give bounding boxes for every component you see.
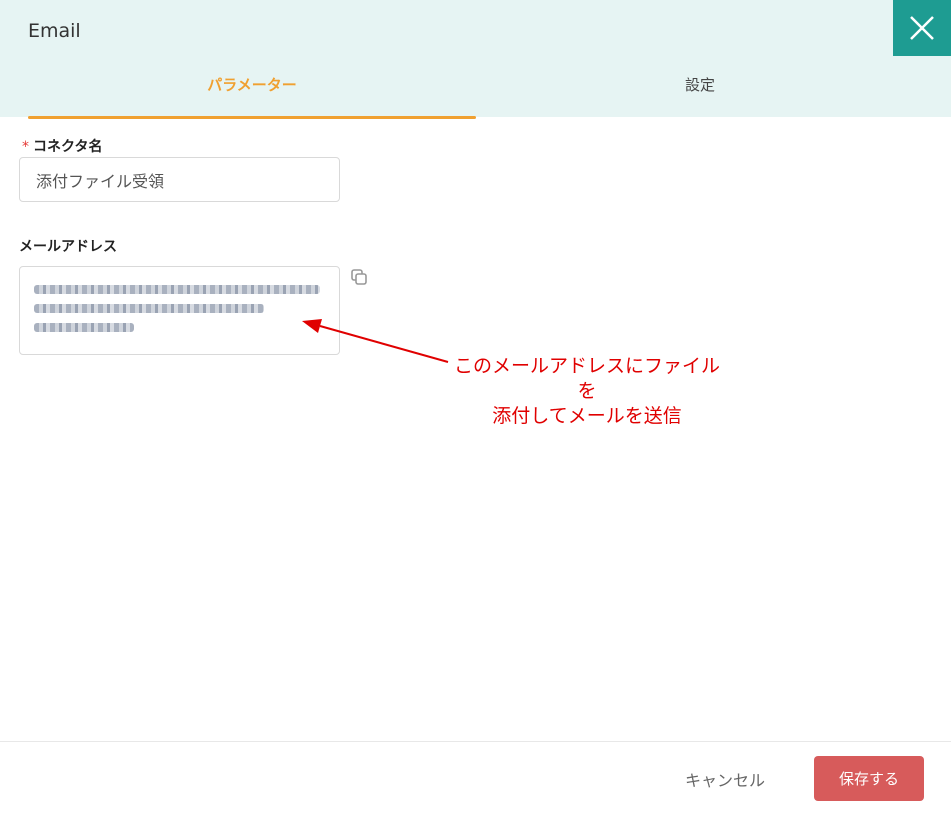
footer-divider xyxy=(0,741,951,742)
annotation-line-1: このメールアドレスにファイルを xyxy=(453,355,720,402)
cancel-button[interactable]: キャンセル xyxy=(670,756,780,801)
email-connector-dialog: Email パラメーター 設定 *コネクタ名 添付ファイル受領 メールアドレス xyxy=(0,0,951,814)
save-button[interactable]: 保存する xyxy=(814,756,924,801)
annotation-line-2: 添付してメールを送信 xyxy=(492,405,682,427)
annotation-text: このメールアドレスにファイルを 添付してメールを送信 xyxy=(452,354,722,429)
